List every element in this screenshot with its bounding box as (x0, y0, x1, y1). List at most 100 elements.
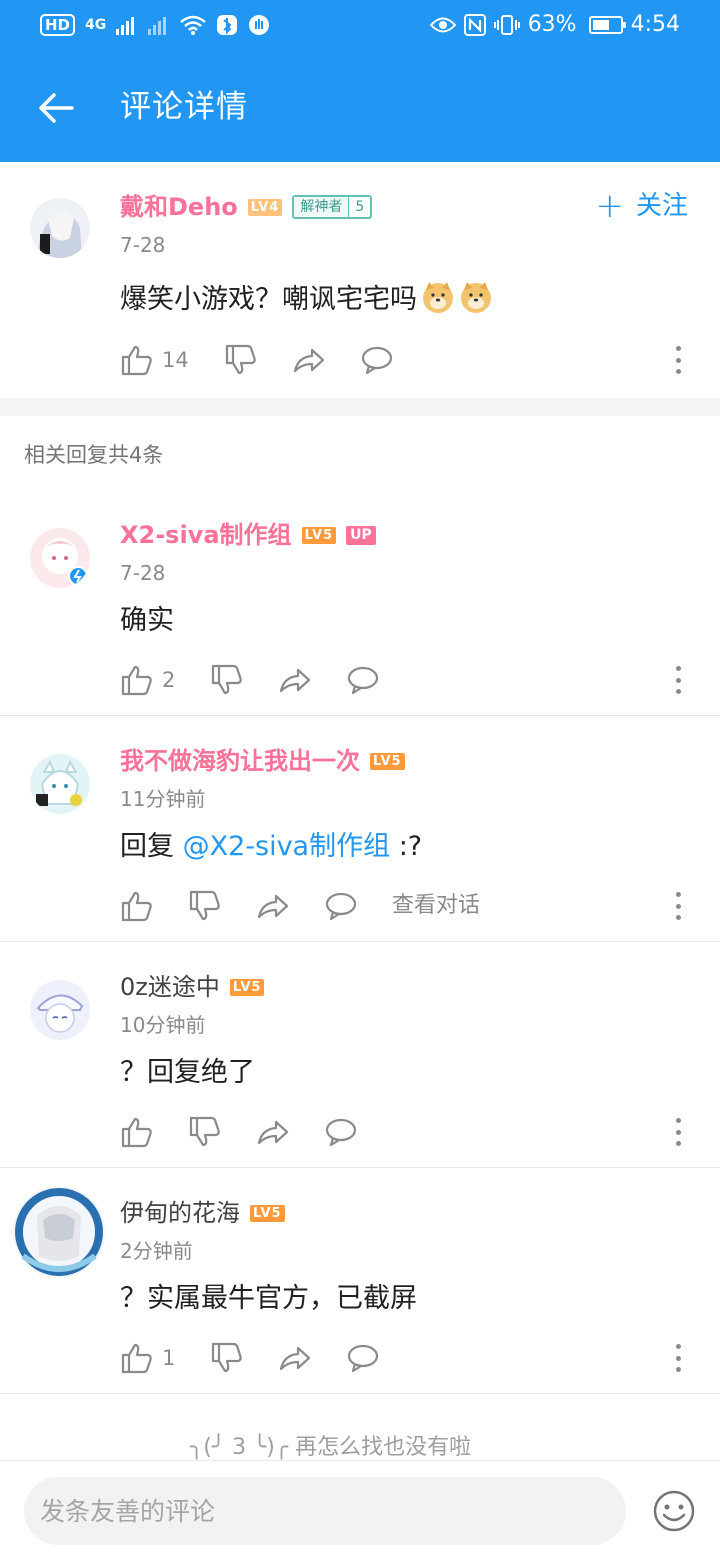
comment-date: 7-28 (120, 233, 166, 257)
mention-link[interactable]: @X2-siva制作组 (183, 831, 391, 862)
username[interactable]: 我不做海豹让我出一次 (120, 746, 360, 776)
share-arrow-icon (279, 1346, 311, 1371)
like-button[interactable]: 14 (120, 340, 189, 380)
reply-date: 2分钟前 (120, 1239, 193, 1263)
reply-button[interactable] (346, 1338, 380, 1378)
status-right: 63% 4:54 (429, 12, 680, 38)
dislike-button[interactable] (188, 886, 222, 926)
reply-button[interactable] (324, 886, 358, 926)
dislike-button[interactable] (210, 1338, 244, 1378)
reply-actions: 查看对话 (120, 886, 720, 926)
avatar[interactable] (30, 980, 90, 1040)
level-badge: LV4 (247, 198, 283, 216)
dislike-button[interactable] (210, 660, 244, 700)
share-button[interactable] (278, 660, 312, 700)
level-badge: LV5 (301, 526, 337, 544)
reply-button[interactable] (346, 660, 380, 700)
speech-bubble-icon (347, 666, 379, 695)
reply-text: 回复 @X2-siva制作组 :? (120, 828, 422, 866)
smiley-icon[interactable] (652, 1489, 696, 1533)
reply-actions: 2 (120, 660, 720, 700)
follow-label: 关注 (635, 191, 688, 221)
avatar[interactable] (30, 198, 90, 258)
avatar[interactable] (30, 528, 90, 588)
up-badge: UP (346, 525, 376, 545)
section-divider (0, 398, 720, 416)
signal-no-sim-icon (148, 17, 167, 35)
like-count: 1 (162, 1346, 176, 1370)
main-comment: 戴和Deho LV4 解神者 5 7-28 爆笑小游戏？嘲讽宅宅吗 + 关注 1… (0, 162, 720, 398)
username[interactable]: X2-siva制作组 (120, 520, 292, 550)
share-button[interactable] (278, 1338, 312, 1378)
like-count: 14 (162, 348, 189, 372)
share-arrow-icon (293, 348, 325, 373)
share-button[interactable] (256, 1112, 290, 1152)
level-badge: LV5 (250, 1204, 285, 1222)
thumbs-down-icon (189, 1116, 220, 1147)
doge-emoji (423, 282, 453, 313)
share-button[interactable] (256, 886, 290, 926)
thumbs-down-icon (211, 664, 242, 695)
doge-emoji (461, 282, 491, 313)
share-button[interactable] (292, 340, 326, 380)
more-options-icon[interactable] (674, 666, 682, 694)
view-conversation-link[interactable]: 查看对话 (392, 890, 480, 922)
reply-prefix: 回复 (120, 831, 183, 862)
comment-actions: 14 (120, 340, 720, 380)
arrow-left-icon[interactable] (36, 88, 76, 128)
more-options-icon[interactable] (674, 1118, 682, 1146)
nfc-icon (463, 14, 486, 36)
dislike-button[interactable] (188, 1112, 222, 1152)
medal-level: 5 (355, 199, 365, 215)
avatar[interactable] (13, 1186, 105, 1278)
thumbs-up-icon (121, 345, 152, 376)
like-button[interactable]: 1 (120, 1338, 175, 1378)
app-header: HD 4G 63% 4:54 评论详情 (0, 0, 720, 162)
bluetooth-app-icon (217, 15, 238, 35)
more-options-icon[interactable] (674, 1344, 682, 1372)
reply-actions (120, 1112, 720, 1152)
username[interactable]: 戴和Deho (120, 192, 238, 222)
battery-icon (588, 16, 626, 34)
reply-date: 10分钟前 (120, 1013, 206, 1037)
follow-button[interactable]: + 关注 (595, 188, 688, 224)
like-button[interactable] (120, 1112, 154, 1152)
more-options-icon[interactable] (674, 346, 682, 374)
reply-text: ？回复绝了 (120, 1057, 255, 1088)
username[interactable]: 0z迷途中 (120, 972, 220, 1002)
reply-author: 我不做海豹让我出一次 LV5 (120, 746, 405, 776)
reply-text: 确实 (120, 605, 174, 636)
more-options-icon[interactable] (674, 892, 682, 920)
share-arrow-icon (257, 894, 289, 919)
like-button[interactable]: 2 (120, 660, 175, 700)
avatar[interactable] (30, 754, 90, 814)
fan-medal[interactable]: 解神者 5 (292, 195, 373, 219)
reply-author: X2-siva制作组 LV5 UP (120, 520, 376, 550)
speech-bubble-icon (325, 892, 357, 921)
reply-item: 伊甸的花海 LV5 2分钟前 ？实属最牛官方，已截屏 1 (0, 1168, 720, 1393)
reply-date: 7-28 (120, 561, 166, 585)
hand-app-icon (249, 15, 270, 35)
medal-name: 解神者 (294, 197, 350, 217)
wifi-icon (180, 15, 207, 35)
thumbs-up-icon (121, 1343, 152, 1374)
signal-icon (116, 17, 135, 35)
like-button[interactable] (120, 886, 154, 926)
comment-input[interactable] (24, 1477, 626, 1545)
username[interactable]: 伊甸的花海 (120, 1198, 240, 1228)
reply-author: 0z迷途中 LV5 (120, 972, 265, 1002)
comment-text-body: 爆笑小游戏？嘲讽宅宅吗 (120, 284, 417, 315)
level-badge: LV5 (370, 752, 405, 770)
thumbs-up-icon (121, 891, 152, 922)
reply-button[interactable] (324, 1112, 358, 1152)
plus-icon: + (595, 186, 624, 226)
dislike-button[interactable] (224, 340, 258, 380)
like-count: 2 (162, 668, 176, 692)
level-badge: LV5 (229, 978, 265, 996)
eye-icon (429, 17, 456, 33)
thumbs-down-icon (211, 1342, 242, 1373)
hd-indicator: HD (40, 14, 76, 36)
reply-text: ？实属最牛官方，已截屏 (120, 1283, 417, 1314)
reply-author: 伊甸的花海 LV5 (120, 1198, 285, 1228)
reply-button[interactable] (360, 340, 394, 380)
